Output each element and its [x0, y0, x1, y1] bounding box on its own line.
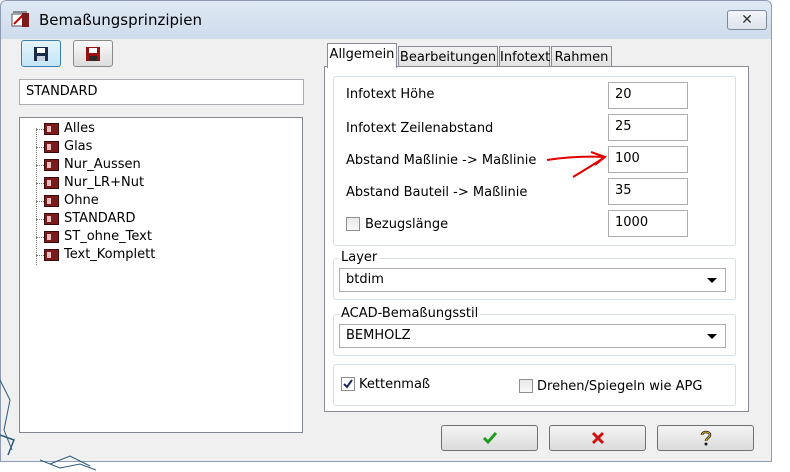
tab-infotext[interactable]: Infotext: [499, 46, 550, 68]
tab-bearbeitungen[interactable]: Bearbeitungen: [398, 46, 498, 68]
help-icon: [700, 430, 711, 446]
acad-value: BEMHOLZ: [346, 328, 411, 343]
kettenmass-checkbox[interactable]: [341, 377, 355, 391]
ok-button[interactable]: [441, 425, 538, 451]
drehen-spiegeln-label: Drehen/Spiegeln wie APG: [537, 379, 703, 394]
title-bar[interactable]: Bemaßungsprinzipien ✕: [1, 1, 771, 39]
tree-item-text-komplett[interactable]: Text_Komplett: [20, 246, 300, 264]
profile-name-value: STANDARD: [26, 84, 98, 99]
abstand-masslinie-label: Abstand Maßlinie -> Maßlinie: [346, 153, 537, 168]
profile-name-field[interactable]: STANDARD: [19, 79, 304, 105]
tree-item-label: ST_ohne_Text: [64, 229, 152, 244]
chevron-down-icon: [707, 334, 717, 339]
checkmark-icon: [482, 432, 497, 445]
abstand-bauteil-field[interactable]: 35: [608, 178, 688, 205]
drehen-spiegeln-checkbox[interactable]: [519, 379, 533, 393]
tree-item-label: STANDARD: [64, 211, 136, 226]
profile-node-icon: [44, 123, 59, 135]
infotext-hoehe-field[interactable]: 20: [608, 82, 688, 109]
infotext-hoehe-value: 20: [615, 87, 632, 102]
cross-icon: [591, 431, 604, 445]
abstand-bauteil-label: Abstand Bauteil -> Maßlinie: [346, 185, 528, 200]
profile-node-icon: [44, 141, 59, 153]
profile-node-icon: [44, 213, 59, 225]
infotext-zeilenabstand-value: 25: [615, 119, 632, 134]
checkmark-icon: [343, 379, 353, 389]
tab-label: Bearbeitungen: [399, 50, 497, 65]
chevron-down-icon: [707, 278, 717, 283]
acad-legend: ACAD-Bemaßungsstil: [339, 306, 481, 321]
profile-node-icon: [44, 231, 59, 243]
tree-item-alles[interactable]: Alles: [20, 120, 300, 138]
cancel-button[interactable]: [549, 425, 646, 451]
tab-allgemein[interactable]: Allgemein: [327, 43, 397, 68]
bezugslaenge-value: 1000: [615, 215, 649, 230]
infotext-hoehe-label: Infotext Höhe: [346, 87, 435, 102]
tree-item-nur-aussen[interactable]: Nur_Aussen: [20, 156, 300, 174]
window-title: Bemaßungsprinzipien: [39, 11, 202, 29]
tree-item-ohne[interactable]: Ohne: [20, 192, 300, 210]
help-button[interactable]: [657, 425, 754, 451]
tree-item-nur-lr-nut[interactable]: Nur_LR+Nut: [20, 174, 300, 192]
kettenmass-label: Kettenmaß: [359, 377, 431, 392]
tree-item-label: Alles: [64, 121, 95, 136]
abstand-masslinie-field[interactable]: 100: [608, 146, 688, 173]
layer-value: btdim: [346, 272, 384, 287]
acad-select[interactable]: BEMHOLZ: [339, 324, 726, 348]
save-button[interactable]: [21, 40, 61, 67]
dialog-window: Bemaßungsprinzipien ✕ STANDARD Alles Gla…: [0, 0, 772, 462]
tab-label: Rahmen: [554, 50, 609, 65]
layer-select[interactable]: btdim: [339, 268, 726, 292]
bezugslaenge-field[interactable]: 1000: [608, 210, 688, 237]
bezugslaenge-label: Bezugslänge: [365, 217, 449, 232]
background-drawing: [0, 379, 97, 471]
layer-legend: Layer: [339, 250, 380, 265]
tree-item-standard[interactable]: STANDARD: [20, 210, 300, 228]
floppy-disk-red-icon: [86, 46, 100, 61]
app-icon: [11, 11, 31, 29]
profile-node-icon: [44, 159, 59, 171]
profile-node-icon: [44, 195, 59, 207]
tree-item-label: Text_Komplett: [64, 247, 156, 262]
close-button[interactable]: ✕: [727, 10, 767, 30]
bezugslaenge-checkbox[interactable]: [346, 217, 360, 231]
tab-label: Infotext: [500, 50, 551, 65]
tab-rahmen[interactable]: Rahmen: [551, 46, 612, 68]
abstand-bauteil-value: 35: [615, 183, 632, 198]
profile-node-icon: [44, 177, 59, 189]
abstand-masslinie-value: 100: [615, 151, 640, 166]
tree-item-label: Nur_Aussen: [64, 157, 141, 172]
floppy-disk-icon: [34, 46, 48, 61]
tree-item-label: Ohne: [64, 193, 99, 208]
tab-label: Allgemein: [329, 47, 395, 62]
tree-item-st-ohne-text[interactable]: ST_ohne_Text: [20, 228, 300, 246]
close-icon: ✕: [741, 12, 753, 28]
tree-item-label: Glas: [64, 139, 93, 154]
infotext-zeilenabstand-field[interactable]: 25: [608, 114, 688, 141]
profile-node-icon: [44, 249, 59, 261]
tree-item-glas[interactable]: Glas: [20, 138, 300, 156]
annotation-arrow-icon: [546, 151, 608, 178]
infotext-zeilenabstand-label: Infotext Zeilenabstand: [346, 121, 494, 136]
save-as-button[interactable]: [73, 40, 113, 67]
tree-item-label: Nur_LR+Nut: [64, 175, 145, 190]
